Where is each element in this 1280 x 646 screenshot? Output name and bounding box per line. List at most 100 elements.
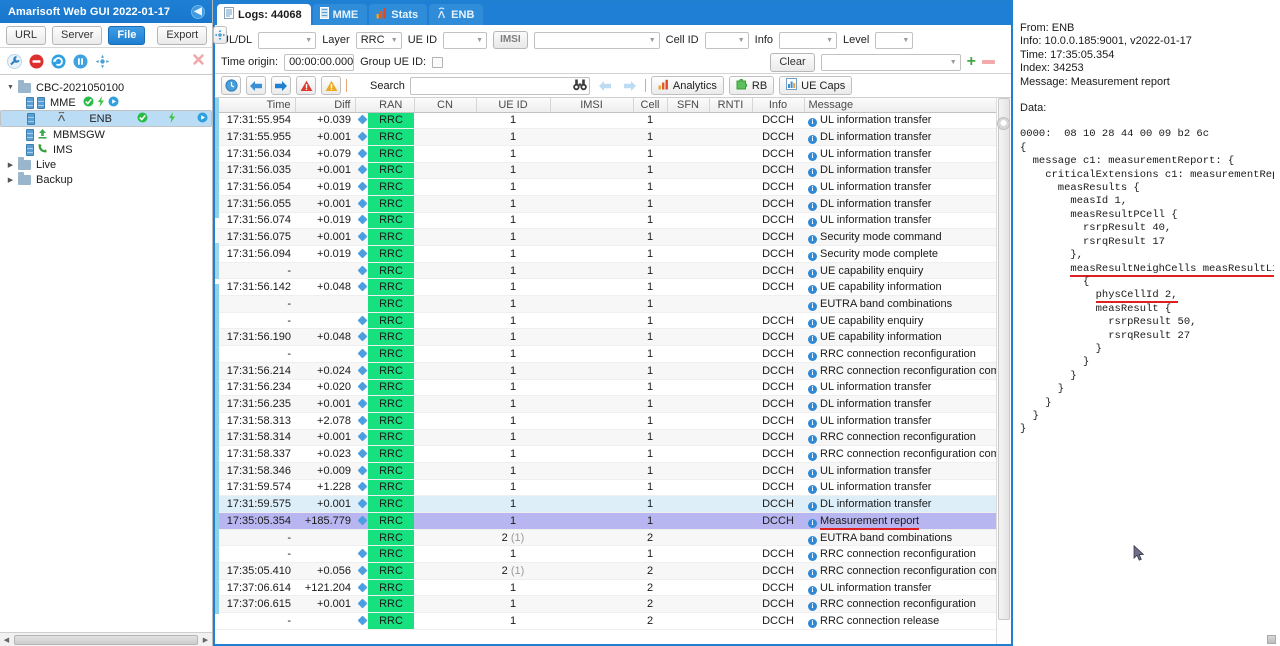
info-icon[interactable]: i	[808, 268, 817, 278]
info-icon[interactable]: i	[808, 318, 817, 328]
tree-item-ims[interactable]: IMS	[0, 142, 212, 157]
play-icon[interactable]	[108, 96, 119, 110]
bolt-icon[interactable]	[168, 111, 176, 126]
imsi-button[interactable]: IMSI	[493, 31, 528, 49]
tab-mme[interactable]: MME	[312, 4, 368, 25]
info-icon[interactable]: i	[808, 535, 817, 545]
table-row[interactable]: 17:31:56.054 +0.019 RRC 1 1 DCCH i UL informati…	[215, 178, 999, 196]
info-icon[interactable]: i	[808, 502, 817, 512]
table-row[interactable]: 17:31:56.214 +0.024 RRC 1 1 DCCH i RRC connecti…	[215, 362, 1011, 380]
info-icon[interactable]: i	[808, 235, 817, 245]
chevron-left-icon[interactable]: ◀	[191, 4, 205, 19]
info-icon[interactable]: i	[808, 435, 817, 445]
info-icon[interactable]: i	[808, 618, 817, 628]
stop-icon[interactable]	[29, 54, 44, 69]
logs-vertical-scrollbar[interactable]	[996, 98, 1011, 644]
cellid-select[interactable]: ▼	[704, 31, 749, 49]
col-cell[interactable]: Cell	[633, 98, 668, 113]
col-imsi[interactable]: IMSI	[550, 98, 634, 113]
table-row[interactable]: 17:31:58.337 +0.023 RRC 1 1 DCCH i RRC connecti…	[215, 445, 1011, 463]
tree-item-mme[interactable]: MME	[0, 95, 212, 110]
plus-icon[interactable]: +	[967, 54, 976, 70]
info-icon[interactable]: i	[808, 585, 817, 595]
table-row[interactable]: 17:31:56.035 +0.001 RRC 1 1 DCCH i DL informati…	[215, 162, 999, 180]
col-info[interactable]: Info	[752, 98, 805, 113]
minus-icon[interactable]	[982, 60, 995, 64]
bolt-icon[interactable]	[97, 95, 105, 110]
table-row[interactable]: 17:37:06.614 +121.204 RRC 1 2 DCCH i UL informa…	[215, 579, 999, 597]
col-ueid[interactable]: UE ID	[476, 98, 551, 113]
table-row[interactable]: 17:31:56.094 +0.019 RRC 1 1 DCCH i Security mod…	[215, 245, 999, 263]
logs-table-container[interactable]: Time Diff RAN CN UE ID IMSI Cell SFN RNT…	[215, 98, 1011, 644]
connect-plug-icon[interactable]	[95, 54, 110, 69]
warning-triangle-icon[interactable]	[321, 76, 341, 95]
table-row[interactable]: 17:31:56.034 +0.079 RRC 1 1 DCCH i UL informati…	[215, 145, 999, 163]
col-cn[interactable]: CN	[414, 98, 477, 113]
info-icon[interactable]: i	[808, 452, 817, 462]
scrollbar-thumb[interactable]	[998, 98, 1010, 620]
col-ran[interactable]: RAN	[368, 98, 415, 113]
info-icon[interactable]: i	[808, 368, 817, 378]
preset-select[interactable]: ▼	[820, 53, 961, 71]
layer-select[interactable]: RRC ▼	[355, 31, 402, 49]
table-row[interactable]: 17:31:56.075 +0.001 RRC 1 1 DCCH i Security mod…	[215, 228, 999, 246]
tree-item-cbc[interactable]: ▼ CBC-2021050100	[0, 79, 212, 95]
search-prev-icon[interactable]	[595, 76, 615, 95]
analytics-button[interactable]: Analytics	[650, 76, 724, 95]
table-row[interactable]: - RRC 1 1 DCCH i UE capability enquiry	[215, 312, 999, 330]
clear-button[interactable]: Clear	[770, 52, 815, 72]
table-row[interactable]: 17:31:56.190 +0.048 RRC 1 1 DCCH i UE capabilit…	[215, 328, 999, 347]
tab-enb[interactable]: ENB	[429, 4, 484, 25]
info-icon[interactable]: i	[808, 485, 817, 495]
scroll-left-arrow-icon[interactable]: ◀	[0, 636, 13, 644]
col-time[interactable]: Time	[215, 98, 296, 113]
info-icon[interactable]: i	[808, 251, 817, 261]
chevron-right-icon[interactable]: ▶	[6, 161, 15, 169]
detail-content[interactable]: From: ENB Info: 10.0.0.185:9001, v2022-0…	[1013, 20, 1278, 646]
table-row[interactable]: 17:31:58.313 +2.078 RRC 1 1 DCCH i UL informati…	[215, 412, 999, 430]
info-icon[interactable]: i	[808, 168, 817, 178]
column-resize-handle[interactable]	[997, 117, 1010, 130]
info-icon[interactable]: i	[808, 552, 817, 562]
table-row[interactable]: 17:31:58.314 +0.001 RRC 1 1 DCCH i RRC connecti…	[215, 429, 999, 447]
table-row[interactable]: - RRC 1 2 DCCH i RRC connection release	[215, 612, 999, 630]
source-button-url[interactable]: URL	[6, 25, 47, 45]
col-diff[interactable]: Diff	[295, 98, 356, 113]
info-icon[interactable]: i	[808, 518, 817, 528]
tree-item-mbmsgw[interactable]: MBMSGW	[0, 127, 212, 142]
info-icon[interactable]: i	[808, 468, 817, 478]
table-row[interactable]: - RRC 1 1 i EUTRA band combinations	[215, 295, 999, 313]
info-icon[interactable]: i	[808, 402, 817, 412]
info-icon[interactable]: i	[808, 218, 817, 228]
info-icon[interactable]: i	[808, 285, 817, 295]
play-icon[interactable]	[197, 112, 208, 126]
info-icon[interactable]: i	[808, 118, 817, 128]
table-row[interactable]: - RRC 1 1 DCCH i UE capability enquiry	[215, 262, 999, 280]
table-row[interactable]: 17:31:56.055 +0.001 RRC 1 1 DCCH i DL informati…	[215, 195, 999, 213]
table-row[interactable]: 17:31:55.954 +0.039 RRC 1 1 DCCH i UL informati…	[215, 112, 999, 130]
uldl-select[interactable]: ▼	[258, 31, 317, 49]
search-next-icon[interactable]	[620, 76, 640, 95]
ueid-select[interactable]: ▼	[443, 31, 488, 49]
search-input[interactable]	[409, 76, 590, 95]
ue-caps-button[interactable]: UE Caps	[779, 76, 853, 95]
source-button-file[interactable]: File	[108, 25, 146, 45]
error-triangle-icon[interactable]	[296, 76, 316, 95]
col-sfn[interactable]: SFN	[667, 98, 710, 113]
table-row[interactable]: - RRC 2 (1) 2 i EUTRA band combinations	[215, 529, 999, 547]
sidebar-horizontal-scrollbar[interactable]: ◀ ▶	[0, 632, 212, 646]
info-icon[interactable]: i	[808, 351, 817, 361]
clock-icon[interactable]	[221, 76, 241, 95]
imsi-select[interactable]: ▼	[533, 31, 660, 49]
arrow-left-icon[interactable]	[246, 76, 266, 95]
table-row[interactable]: 17:35:05.354 +185.779 RRC 1 1 DCCH i Measuremen…	[215, 512, 999, 530]
source-button-server[interactable]: Server	[52, 25, 103, 45]
scroll-right-arrow-icon[interactable]: ▶	[199, 636, 212, 644]
tab-stats[interactable]: Stats	[369, 4, 428, 25]
wrench-icon[interactable]	[7, 53, 22, 69]
level-select[interactable]: ▼	[875, 31, 914, 49]
info-icon[interactable]: i	[808, 418, 817, 428]
table-row[interactable]: 17:31:59.575 +0.001 RRC 1 1 DCCH i DL informati…	[215, 495, 999, 513]
group-ue-id-checkbox[interactable]	[432, 56, 444, 68]
tab-logs[interactable]: Logs: 44068	[217, 4, 311, 25]
